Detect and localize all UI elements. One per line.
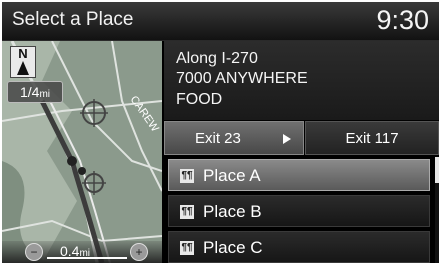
- distance-scale-bar: [47, 257, 127, 259]
- map-scale-button[interactable]: 1/4mi: [7, 81, 63, 103]
- page-title: Select a Place: [12, 9, 134, 30]
- clock: 9:30: [376, 5, 429, 35]
- map-scale-unit: mi: [39, 89, 51, 100]
- north-up-compass[interactable]: N: [10, 46, 36, 78]
- place-list: ¶¶ Place A ¶¶ Place B ¶¶ Place C: [164, 157, 432, 263]
- list-item-place-b[interactable]: ¶¶ Place B: [168, 195, 430, 227]
- route-info-panel: Along I-270 7000 ANYWHERE FOOD: [164, 41, 439, 120]
- title-bar: Select a Place 9:30: [2, 2, 439, 41]
- map-scale-value: 1/4: [19, 84, 40, 100]
- exit-current-label: Exit 23: [195, 130, 241, 147]
- info-category: FOOD: [176, 91, 223, 108]
- map-view[interactable]: CAREW N 1/4mi − + 0.4mi: [2, 41, 162, 263]
- info-road: Along I-270: [176, 50, 258, 67]
- fork-knife-icon: ¶¶: [180, 205, 194, 219]
- compass-label: N: [18, 46, 28, 61]
- info-address: 7000 ANYWHERE: [176, 70, 308, 87]
- play-arrow-icon: [283, 134, 291, 144]
- place-name: Place A: [203, 166, 261, 185]
- scrollbar-thumb[interactable]: [435, 157, 439, 183]
- minus-icon: −: [30, 245, 38, 259]
- exit-current-button[interactable]: Exit 23: [164, 121, 304, 155]
- exit-next-label: Exit 117: [345, 130, 399, 147]
- list-item-place-c[interactable]: ¶¶ Place C: [168, 231, 430, 263]
- nav-screen: Select a Place 9:30 CAREW N 1/4mi − + 0.…: [2, 2, 439, 263]
- fork-knife-icon: ¶¶: [180, 241, 194, 255]
- north-arrow-icon: [17, 61, 29, 75]
- zoom-out-button[interactable]: −: [25, 243, 43, 261]
- exit-next-button[interactable]: Exit 117: [305, 121, 439, 155]
- plus-icon: +: [135, 245, 143, 259]
- zoom-in-button[interactable]: +: [130, 243, 148, 261]
- place-name: Place B: [203, 202, 262, 221]
- fork-knife-icon: ¶¶: [180, 169, 194, 183]
- list-scrollbar[interactable]: [435, 157, 439, 263]
- list-item-place-a[interactable]: ¶¶ Place A: [168, 159, 430, 191]
- poi-target-icon[interactable]: [82, 171, 106, 195]
- place-name: Place C: [203, 238, 263, 257]
